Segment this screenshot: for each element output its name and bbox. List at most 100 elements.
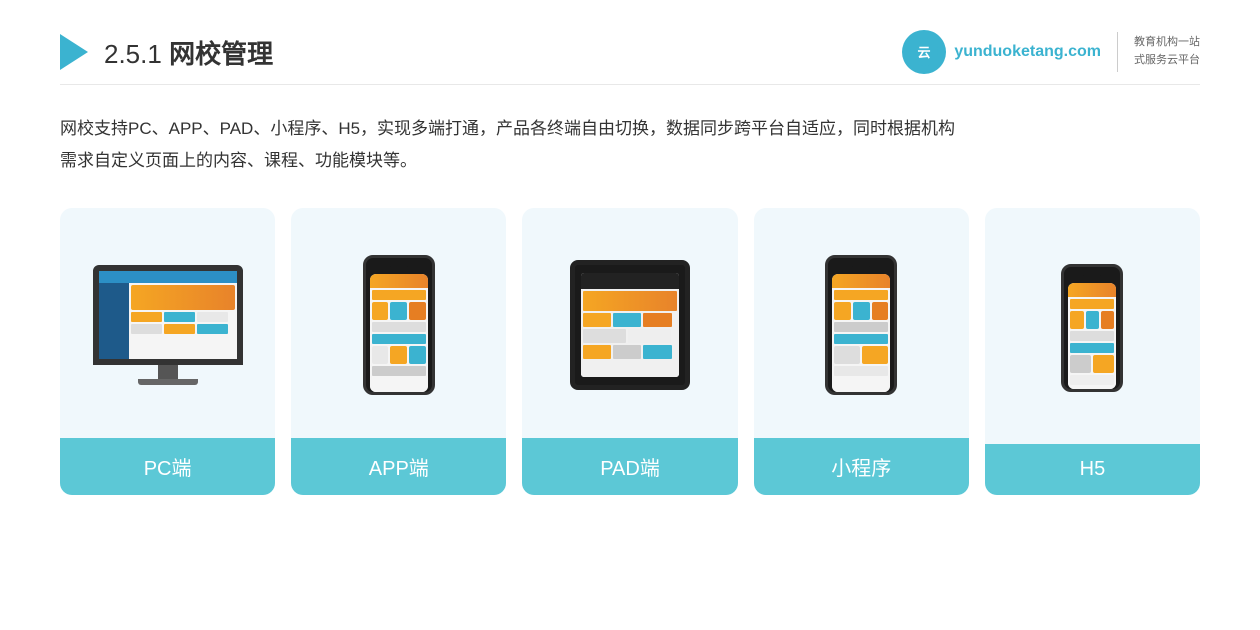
phone-grid-item xyxy=(390,302,407,320)
phone-content-row xyxy=(372,334,426,344)
phone-content-row xyxy=(834,322,888,332)
page-title: 2.5.1 网校管理 xyxy=(104,34,273,71)
tablet-grid-item xyxy=(613,345,641,359)
header-left: 2.5.1 网校管理 xyxy=(60,34,273,71)
tablet-mockup xyxy=(570,260,690,390)
phone-notch-h5 xyxy=(1082,275,1102,280)
logo-site-name: yunduoketang.com xyxy=(954,43,1101,61)
phone-content-row xyxy=(834,366,888,376)
phone-grid-item xyxy=(1093,355,1114,373)
phone-content-row xyxy=(1070,343,1114,353)
phone-screen-body-miniapp xyxy=(832,288,890,392)
phone-screen-miniapp xyxy=(832,274,890,392)
miniapp-card: 小程序 xyxy=(754,208,969,495)
phone-body-h5 xyxy=(1061,264,1123,392)
phone-grid-item xyxy=(390,346,407,364)
miniapp-card-image xyxy=(754,208,969,438)
app-card-label: APP端 xyxy=(291,438,506,495)
phone-grid-item xyxy=(372,346,389,364)
tablet-screen xyxy=(581,273,679,377)
phone-grid-item xyxy=(872,302,889,320)
phone-grid-item xyxy=(409,346,426,364)
phone-body-miniapp xyxy=(825,255,897,395)
phone-grid-item xyxy=(834,302,851,320)
pc-card: PC端 xyxy=(60,208,275,495)
phone-mockup-miniapp xyxy=(825,255,897,395)
phone-grid-row xyxy=(372,346,426,364)
phone-mockup-h5 xyxy=(1061,264,1123,392)
phone-grid-row xyxy=(834,302,888,320)
logo-text: yunduoketang.com xyxy=(954,43,1101,61)
tablet-grid-item xyxy=(643,313,671,327)
phone-grid-row xyxy=(372,302,426,320)
screen-card xyxy=(197,312,228,322)
monitor-mockup xyxy=(93,265,243,385)
screen-card xyxy=(131,312,162,322)
tablet-grid-item xyxy=(643,345,671,359)
phone-content-row xyxy=(372,366,426,376)
phone-content-row xyxy=(1070,331,1114,341)
tablet-grid xyxy=(583,313,677,359)
header: 2.5.1 网校管理 云 yunduoketang.com 教育机构一站 式服务… xyxy=(60,30,1200,85)
phone-screen-app xyxy=(370,274,428,392)
pad-card-label: PAD端 xyxy=(522,438,737,495)
pc-card-label: PC端 xyxy=(60,438,275,495)
monitor-screen xyxy=(99,271,237,359)
phone-screen-header xyxy=(370,274,428,288)
screen-body xyxy=(99,283,237,359)
phone-grid-item xyxy=(409,302,426,320)
screen-card xyxy=(131,324,162,334)
phone-grid-row xyxy=(1070,355,1114,373)
logo-slogan: 教育机构一站 式服务云平台 xyxy=(1134,34,1200,69)
tablet-header xyxy=(581,273,679,289)
logo-icon-wrap: 云 xyxy=(902,30,946,74)
tablet-banner xyxy=(583,291,677,311)
monitor-base xyxy=(138,379,198,385)
h5-card: H5 xyxy=(985,208,1200,495)
phone-content-row xyxy=(834,334,888,344)
screen-card xyxy=(164,324,195,334)
phone-mockup-app xyxy=(363,255,435,395)
phone-content-row xyxy=(1070,375,1114,385)
tablet-body-content xyxy=(581,289,679,377)
logo-divider xyxy=(1117,32,1118,72)
phone-grid-item xyxy=(862,346,888,364)
description-text: 网校支持PC、APP、PAD、小程序、H5，实现多端打通，产品各终端自由切换，数… xyxy=(60,113,1200,178)
phone-screen-h5 xyxy=(1068,283,1116,389)
logo-triangle-icon xyxy=(60,34,88,70)
tablet-body xyxy=(570,260,690,390)
monitor-body xyxy=(93,265,243,365)
device-cards-container: PC端 xyxy=(60,208,1200,495)
phone-grid-item xyxy=(1070,311,1083,329)
phone-screen-header-h5 xyxy=(1068,283,1116,297)
phone-content-row xyxy=(1070,299,1114,309)
phone-screen-header-miniapp xyxy=(832,274,890,288)
phone-body-app xyxy=(363,255,435,395)
svg-text:云: 云 xyxy=(918,45,931,60)
screen-banner xyxy=(131,285,235,310)
phone-notch xyxy=(389,266,409,271)
screen-grid xyxy=(131,312,235,334)
phone-grid-row xyxy=(1070,311,1114,329)
phone-content-row xyxy=(372,290,426,300)
page-container: 2.5.1 网校管理 云 yunduoketang.com 教育机构一站 式服务… xyxy=(0,0,1260,630)
phone-grid-item xyxy=(853,302,870,320)
miniapp-card-label: 小程序 xyxy=(754,438,969,495)
tablet-grid-item xyxy=(583,313,611,327)
screen-card xyxy=(164,312,195,322)
monitor-stand xyxy=(158,365,178,379)
screen-card xyxy=(197,324,228,334)
phone-screen-body xyxy=(370,288,428,392)
phone-grid-item xyxy=(1070,355,1091,373)
phone-content-row xyxy=(372,322,426,332)
screen-sidebar xyxy=(99,283,129,359)
phone-screen-body-h5 xyxy=(1068,297,1116,389)
phone-notch-miniapp xyxy=(851,266,871,271)
screen-main xyxy=(129,283,237,359)
cloud-logo-icon: 云 xyxy=(902,30,946,74)
screen-header-bar xyxy=(99,271,237,283)
h5-card-label: H5 xyxy=(985,444,1200,495)
phone-grid-row xyxy=(834,346,888,364)
phone-grid-item xyxy=(834,346,860,364)
tablet-grid-item xyxy=(583,345,611,359)
